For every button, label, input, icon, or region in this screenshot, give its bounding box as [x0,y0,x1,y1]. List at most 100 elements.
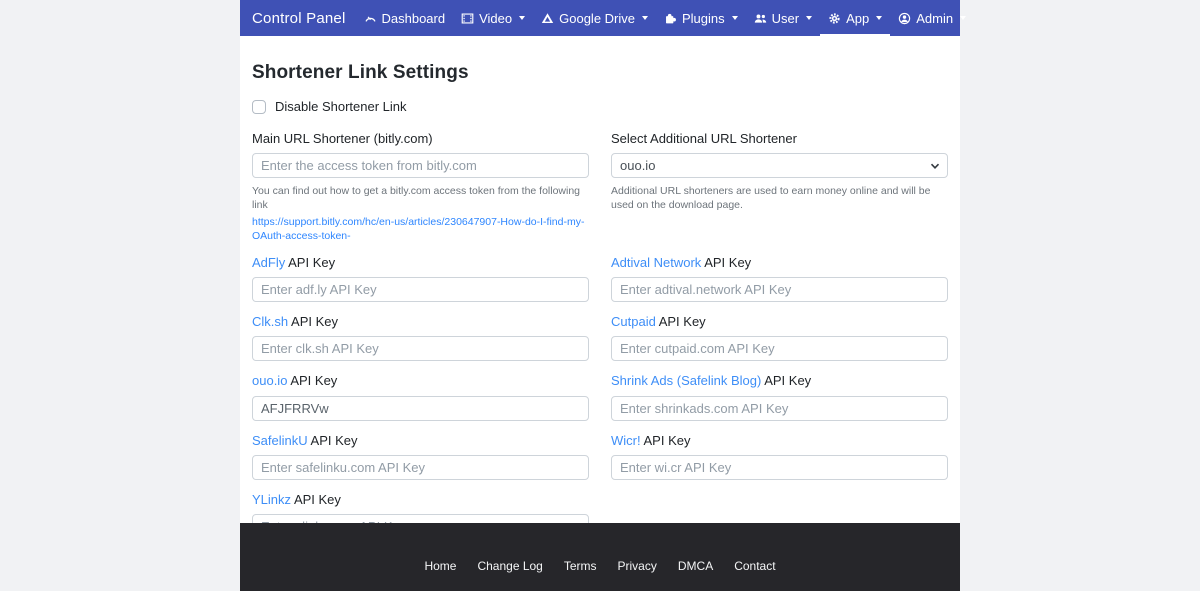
nav-item-dashboard[interactable]: Dashboard [356,0,454,36]
wicr-link[interactable]: Wicr! [611,433,641,448]
footer-link-home[interactable]: Home [424,559,456,573]
additional-shortener-select-wrap: ouo.io [611,153,948,179]
chevron-down-icon [960,16,967,20]
nav-item-admin[interactable]: Admin [890,0,974,36]
nav-label: Dashboard [381,10,446,26]
footer-link-dmca[interactable]: DMCA [678,559,713,573]
safelinku-api-key-input[interactable] [252,454,589,480]
ouo-api-key-input[interactable] [252,395,589,421]
adfly-link[interactable]: AdFly [252,255,285,270]
nav-label: Admin [916,10,954,26]
nav-label: Google Drive [559,10,635,26]
disable-shortener-row: Disable Shortener Link [252,99,948,114]
field-wicr: Wicr! API Key [611,433,948,480]
label-suffix: API Key [704,254,752,270]
ylinkz-label: YLinkz API Key [252,492,589,508]
bitly-token-input[interactable] [252,153,589,179]
clksh-link[interactable]: Clk.sh [252,314,288,329]
nav-item-plugins[interactable]: Plugins [656,0,746,36]
label-suffix: API Key [290,373,338,389]
additional-shortener-select[interactable]: ouo.io [611,153,948,179]
nav-right: Admin [890,0,974,36]
nav-label: Plugins [682,10,725,26]
wicr-label: Wicr! API Key [611,433,948,449]
nav-label: Video [479,10,513,26]
puzzle-icon [666,13,676,23]
field-main-shortener: Main URL Shortener (bitly.com) You can f… [252,131,589,243]
app-window: Control Panel Dashboard Video Google Dri… [240,0,967,591]
wicr-api-key-input[interactable] [611,454,948,480]
label-suffix: API Key [658,314,706,330]
nav-item-user[interactable]: User [746,0,820,36]
nav-label: User [771,10,800,26]
main-content: Shortener Link Settings Disable Shortene… [240,36,960,523]
film-icon [461,12,474,24]
person-circle-icon [899,12,911,24]
settings-form-grid: Main URL Shortener (bitly.com) You can f… [252,131,948,523]
nav-item-google-drive[interactable]: Google Drive [533,0,656,36]
nav-item-app[interactable]: App [820,0,891,36]
additional-shortener-label: Select Additional URL Shortener [611,131,797,146]
field-safelinku: SafelinkU API Key [252,433,589,480]
page-title: Shortener Link Settings [252,62,469,83]
cutpaid-api-key-input[interactable] [611,336,948,362]
chevron-down-icon [519,16,526,20]
page-footer: Home Change Log Terms Privacy DMCA Conta… [240,523,960,591]
chevron-down-icon [642,16,648,20]
field-adfly: AdFly API Key [252,255,589,303]
nav-label: App [846,10,870,26]
adtival-label: Adtival Network API Key [611,255,948,271]
disable-shortener-label: Disable Shortener Link [275,99,407,114]
bitly-help-link[interactable]: https://support.bitly.com/hc/en-us/artic… [252,215,589,243]
label-suffix: API Key [291,314,338,330]
safelinku-label: SafelinkU API Key [252,433,589,449]
footer-link-terms[interactable]: Terms [564,559,597,573]
footer-link-contact[interactable]: Contact [734,559,775,573]
google-drive-icon [541,12,554,23]
label-suffix: API Key [643,432,691,448]
clksh-api-key-input[interactable] [252,336,589,362]
shrinkads-api-key-input[interactable] [611,395,948,421]
shrinkads-label: Shrink Ads (Safelink Blog) API Key [611,373,948,389]
cutpaid-link[interactable]: Cutpaid [611,314,656,329]
adtival-link[interactable]: Adtival Network [611,255,701,270]
label-suffix: API Key [310,432,358,448]
adfly-label: AdFly API Key [252,255,589,271]
brand-control-panel[interactable]: Control Panel [252,10,346,27]
bitly-help-text: You can find out how to get a bitly.com … [252,185,581,212]
additional-shortener-help-text: Additional URL shorteners are used to ea… [611,185,931,212]
field-cutpaid: Cutpaid API Key [611,314,948,362]
ouo-label: ouo.io API Key [252,373,589,389]
label-suffix: API Key [288,254,336,270]
field-adtival: Adtival Network API Key [611,255,948,303]
footer-link-privacy[interactable]: Privacy [618,559,657,573]
field-ouo: ouo.io API Key [252,373,589,421]
gear-icon [829,12,840,24]
nav-item-video[interactable]: Video [453,0,533,36]
footer-link-changelog[interactable]: Change Log [477,559,542,573]
label-suffix: API Key [293,491,341,507]
tachometer-icon [364,16,376,22]
shrinkads-link[interactable]: Shrink Ads (Safelink Blog) [611,373,761,388]
ylinkz-link[interactable]: YLinkz [252,492,291,507]
field-clksh: Clk.sh API Key [252,314,589,362]
main-shortener-label: Main URL Shortener (bitly.com) [252,131,433,146]
main-nav: Dashboard Video Google Drive Plugins Use… [356,0,891,36]
field-additional-shortener: Select Additional URL Shortener ouo.io A… [611,131,948,213]
users-icon [754,14,766,23]
disable-shortener-checkbox[interactable] [252,99,266,114]
chevron-down-icon [731,16,738,20]
ylinkz-api-key-input[interactable] [252,514,589,523]
adtival-api-key-input[interactable] [611,277,948,303]
cutpaid-label: Cutpaid API Key [611,314,948,330]
chevron-down-icon [876,16,883,20]
label-suffix: API Key [764,373,812,389]
ouo-link[interactable]: ouo.io [252,373,287,388]
adfly-api-key-input[interactable] [252,277,589,303]
safelinku-link[interactable]: SafelinkU [252,433,308,448]
chevron-down-icon [806,16,813,20]
clksh-label: Clk.sh API Key [252,314,589,330]
field-ylinkz: YLinkz API Key [252,492,589,523]
top-navbar: Control Panel Dashboard Video Google Dri… [240,0,967,36]
field-shrinkads: Shrink Ads (Safelink Blog) API Key [611,373,948,421]
